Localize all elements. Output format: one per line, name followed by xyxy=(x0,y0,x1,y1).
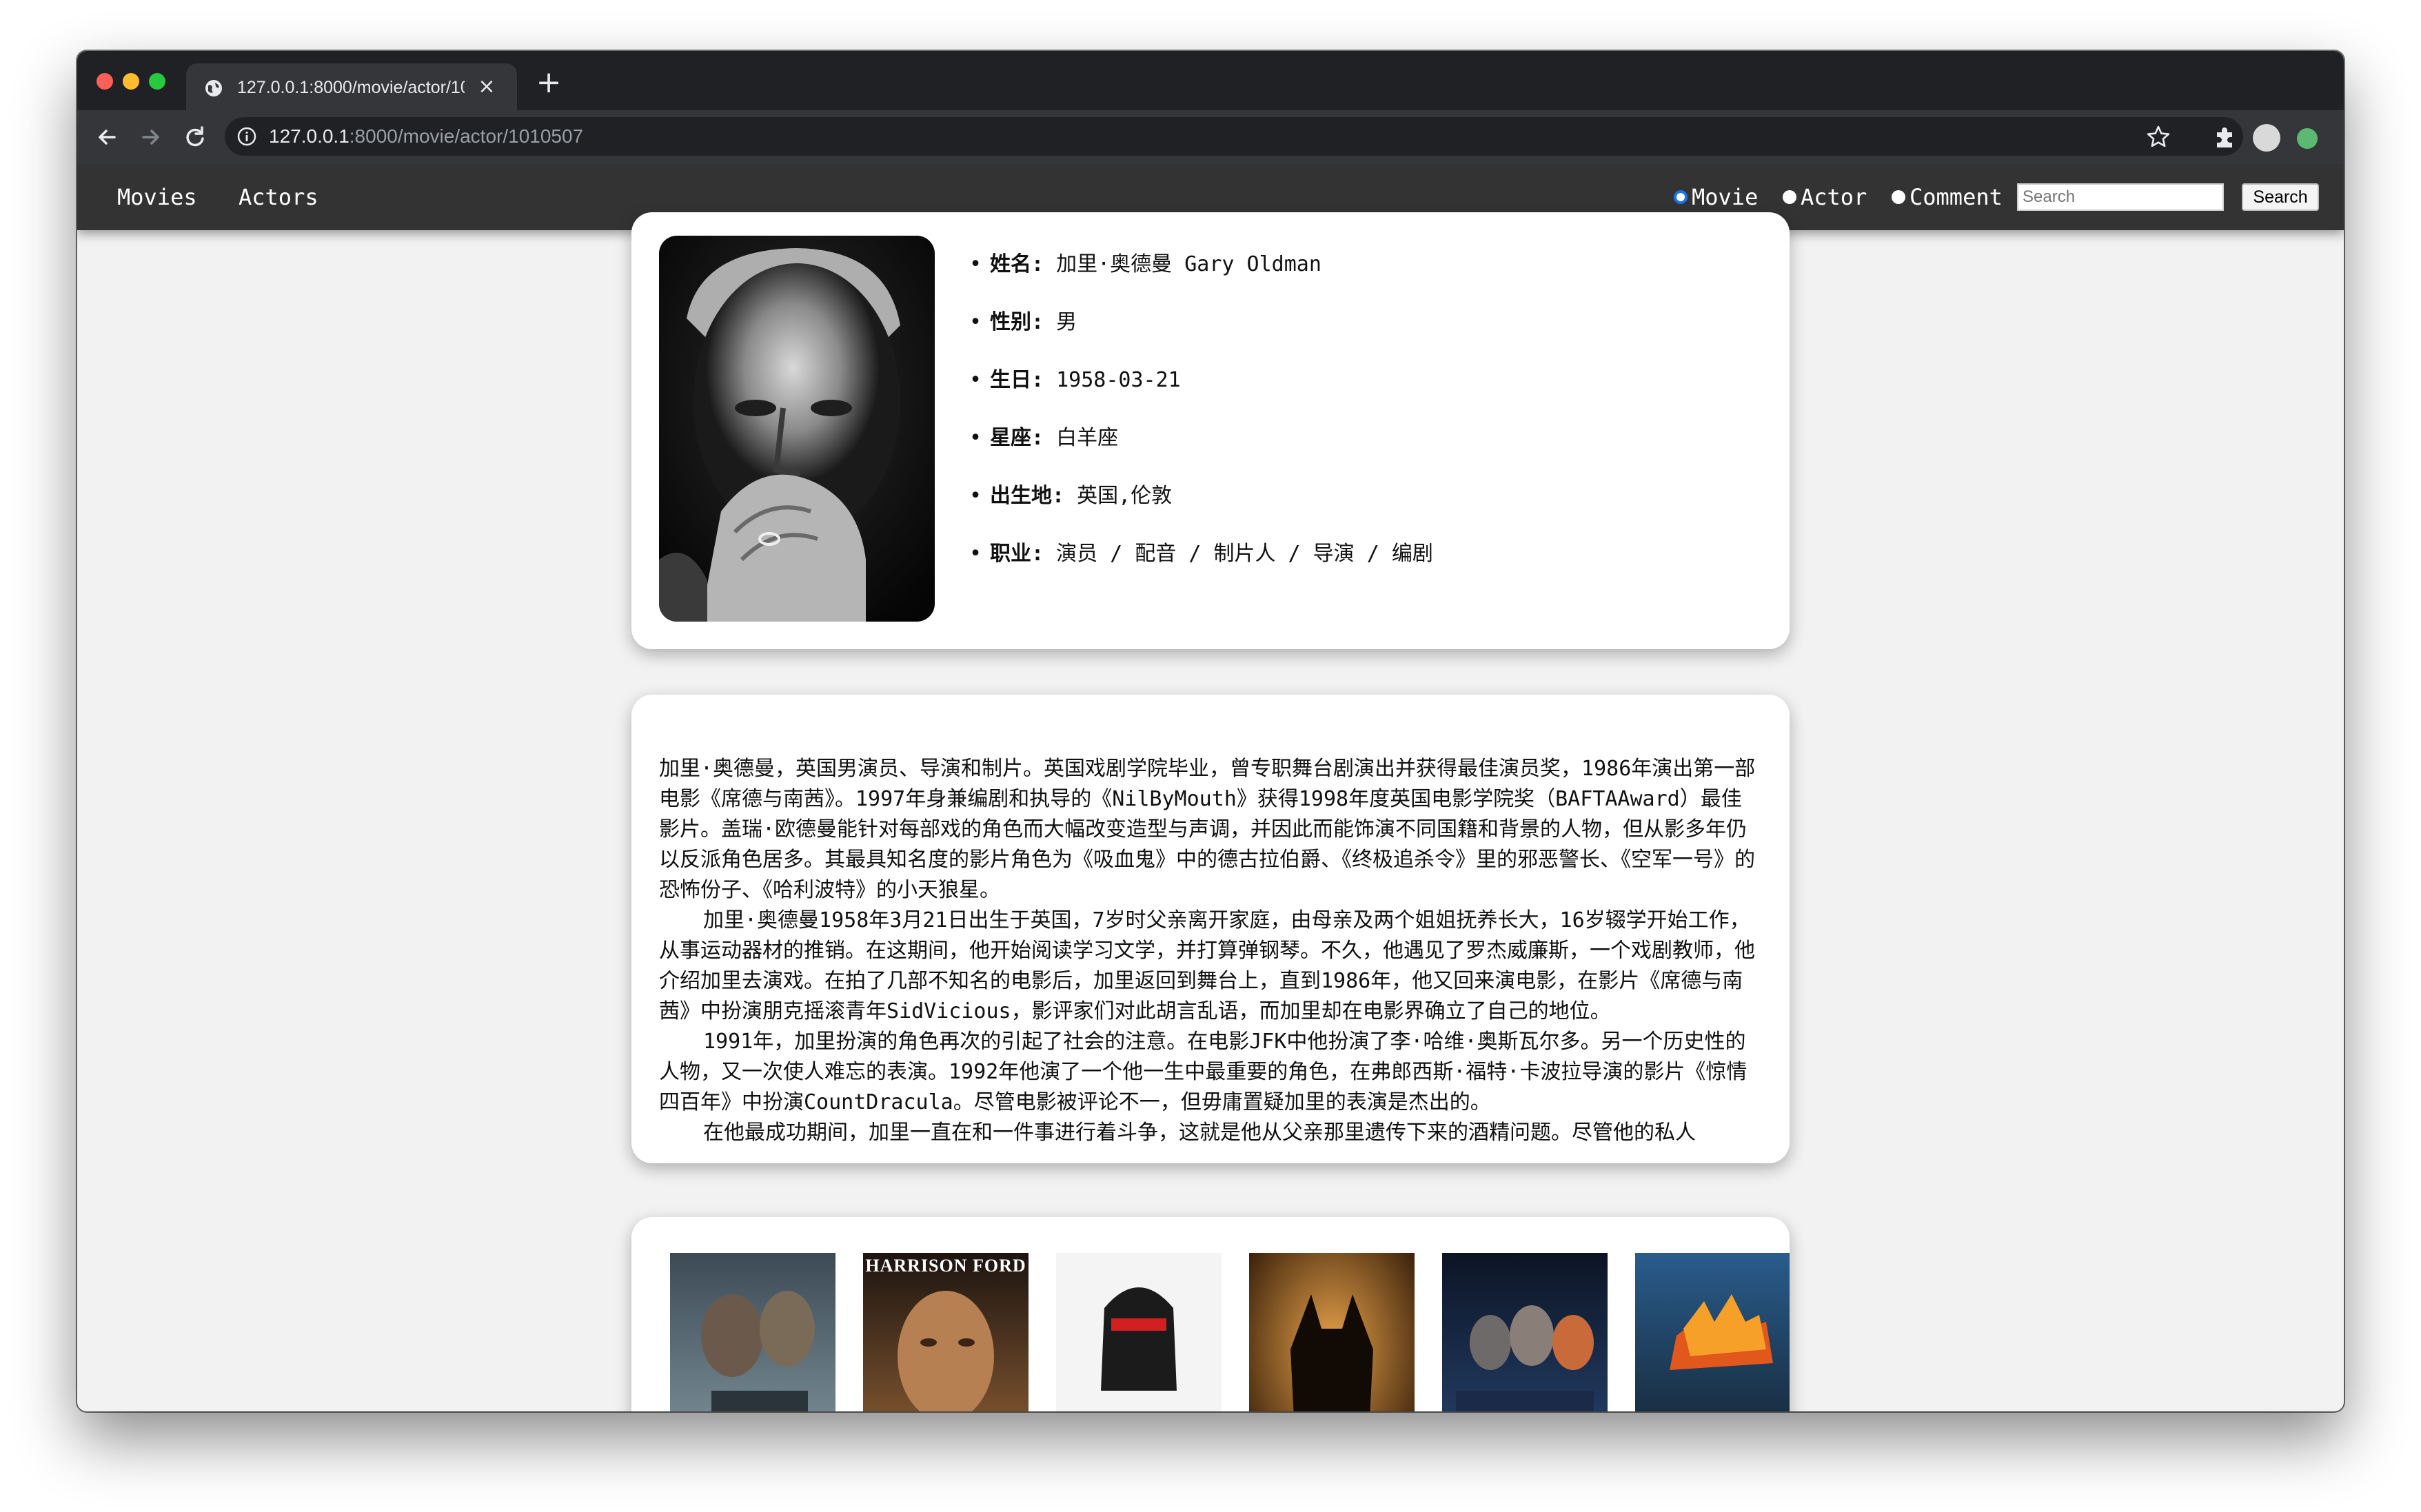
info-zodiac-key: 星座: xyxy=(990,426,1044,450)
maximize-window-button[interactable] xyxy=(149,73,165,90)
radio-actor-label: Actor xyxy=(1801,184,1867,210)
film-poster-caption xyxy=(1249,1253,1415,1256)
nav-link-movies[interactable]: Movies xyxy=(117,164,197,230)
film-poster-image xyxy=(1056,1253,1222,1411)
nav-link-actors[interactable]: Actors xyxy=(239,164,318,230)
film-poster[interactable] xyxy=(1442,1253,1608,1411)
actor-films-card: HARRISON FORD xyxy=(631,1217,1790,1411)
extensions-puzzle-icon[interactable] xyxy=(2210,123,2239,152)
info-birthplace: 出生地: 英国,伦敦 xyxy=(969,467,1433,525)
tab-close-icon[interactable]: × xyxy=(476,76,498,98)
film-poster-image xyxy=(863,1253,1029,1411)
browser-toolbar: 127.0.0.1:8000/movie/actor/1010507 xyxy=(77,110,2344,164)
film-poster-image xyxy=(1442,1253,1608,1411)
url-host: 127.0.0.1 xyxy=(269,125,350,147)
info-profession: 职业: 演员 / 配音 / 制片人 / 导演 / 编剧 xyxy=(969,525,1433,583)
film-poster[interactable]: HARRISON FORD xyxy=(863,1253,1029,1411)
info-profession-key: 职业: xyxy=(990,542,1044,566)
address-bar[interactable]: 127.0.0.1:8000/movie/actor/1010507 xyxy=(225,117,2243,156)
update-icon[interactable] xyxy=(2297,128,2318,149)
film-poster[interactable] xyxy=(1249,1253,1415,1411)
film-poster-image xyxy=(670,1253,835,1411)
film-poster-caption: HARRISON FORD xyxy=(865,1256,1026,1276)
film-poster-caption xyxy=(670,1253,835,1256)
site-info-icon[interactable] xyxy=(236,125,258,147)
biography-text: 加里·奥德曼，英国男演员、导演和制片。英国戏剧学院毕业，曾专职舞台剧演出并获得最… xyxy=(659,754,1762,1154)
film-poster-caption xyxy=(1635,1253,1790,1256)
film-poster-caption xyxy=(1442,1253,1608,1256)
search-button[interactable]: Search xyxy=(2242,183,2319,211)
back-arrow-icon[interactable] xyxy=(90,120,124,154)
info-birthday: 生日: 1958-03-21 xyxy=(969,351,1433,409)
globe-icon xyxy=(205,80,222,96)
url-path: :8000/movie/actor/1010507 xyxy=(349,125,584,147)
bio-paragraph: 在他最成功期间，加里一直在和一件事进行着斗争，这就是他从父亲那里遗传下来的酒精问… xyxy=(703,1121,1696,1145)
info-birthplace-key: 出生地: xyxy=(990,484,1065,508)
url-text: 127.0.0.1:8000/movie/actor/1010507 xyxy=(269,117,583,156)
info-zodiac: 星座: 白羊座 xyxy=(969,409,1433,467)
search-type-actor[interactable]: Actor xyxy=(1783,164,1867,230)
film-poster[interactable] xyxy=(1056,1253,1222,1411)
radio-movie-label: Movie xyxy=(1692,184,1759,210)
bio-paragraph: 加里·奥德曼，英国男演员、导演和制片。英国戏剧学院毕业，曾专职舞台剧演出并获得最… xyxy=(659,757,1756,902)
radio-movie[interactable] xyxy=(1674,190,1688,204)
radio-actor[interactable] xyxy=(1783,190,1796,204)
info-gender-key: 性别: xyxy=(990,310,1044,334)
info-gender: 性别: 男 xyxy=(969,294,1433,351)
reload-icon[interactable] xyxy=(178,120,212,154)
radio-comment[interactable] xyxy=(1892,190,1905,204)
film-poster-image xyxy=(1249,1253,1415,1411)
film-poster-image xyxy=(1635,1253,1790,1411)
info-birthplace-value: 英国,伦敦 xyxy=(1064,484,1173,508)
radio-comment-label: Comment xyxy=(1910,184,2003,210)
info-zodiac-value: 白羊座 xyxy=(1044,426,1119,450)
browser-window: 127.0.0.1:8000/movie/actor/1010507 × + 1… xyxy=(77,51,2344,1411)
film-poster[interactable] xyxy=(1635,1253,1790,1411)
actor-biography-card: 加里·奥德曼，英国男演员、导演和制片。英国戏剧学院毕业，曾专职舞台剧演出并获得最… xyxy=(631,695,1790,1163)
search-input[interactable] xyxy=(2017,183,2224,211)
info-birthday-key: 生日: xyxy=(990,368,1044,392)
info-name-key: 姓名: xyxy=(990,252,1044,276)
minimize-window-button[interactable] xyxy=(123,73,139,90)
profile-avatar-icon[interactable] xyxy=(2253,124,2280,152)
info-profession-value: 演员 / 配音 / 制片人 / 导演 / 编剧 xyxy=(1044,542,1433,566)
bookmark-star-icon[interactable] xyxy=(2144,123,2173,152)
bio-paragraph: 1991年，加里扮演的角色再次的引起了社会的注意。在电影JFK中他扮演了李·哈维… xyxy=(659,1030,1748,1114)
info-birthday-value: 1958-03-21 xyxy=(1044,368,1181,392)
bio-paragraph: 加里·奥德曼1958年3月21日出生于英国，7岁时父亲离开家庭，由母亲及两个姐姐… xyxy=(659,908,1755,1023)
info-name: 姓名: 加里·奥德曼 Gary Oldman xyxy=(969,236,1433,294)
forward-arrow-icon[interactable] xyxy=(134,120,168,154)
page-content: Movies Actors Movie Actor Comment Search xyxy=(77,164,2344,1411)
tab-strip: 127.0.0.1:8000/movie/actor/1010507 × + xyxy=(77,51,2344,110)
actor-info-list: 姓名: 加里·奥德曼 Gary Oldman 性别: 男 生日: 1958-03… xyxy=(969,236,1433,583)
film-poster-caption xyxy=(1056,1253,1222,1256)
search-type-comment[interactable]: Comment xyxy=(1892,164,2003,230)
film-poster[interactable] xyxy=(670,1253,835,1411)
actor-profile-card: 姓名: 加里·奥德曼 Gary Oldman 性别: 男 生日: 1958-03… xyxy=(631,212,1790,649)
new-tab-button[interactable]: + xyxy=(535,68,563,98)
browser-tab[interactable]: 127.0.0.1:8000/movie/actor/1010507 × xyxy=(186,63,517,110)
info-name-value: 加里·奥德曼 Gary Oldman xyxy=(1044,252,1321,276)
close-window-button[interactable] xyxy=(97,73,113,90)
actor-portrait-image xyxy=(659,236,935,622)
info-gender-value: 男 xyxy=(1044,310,1077,334)
tab-title: 127.0.0.1:8000/movie/actor/1010507 xyxy=(237,78,465,97)
actor-photo xyxy=(659,236,935,622)
